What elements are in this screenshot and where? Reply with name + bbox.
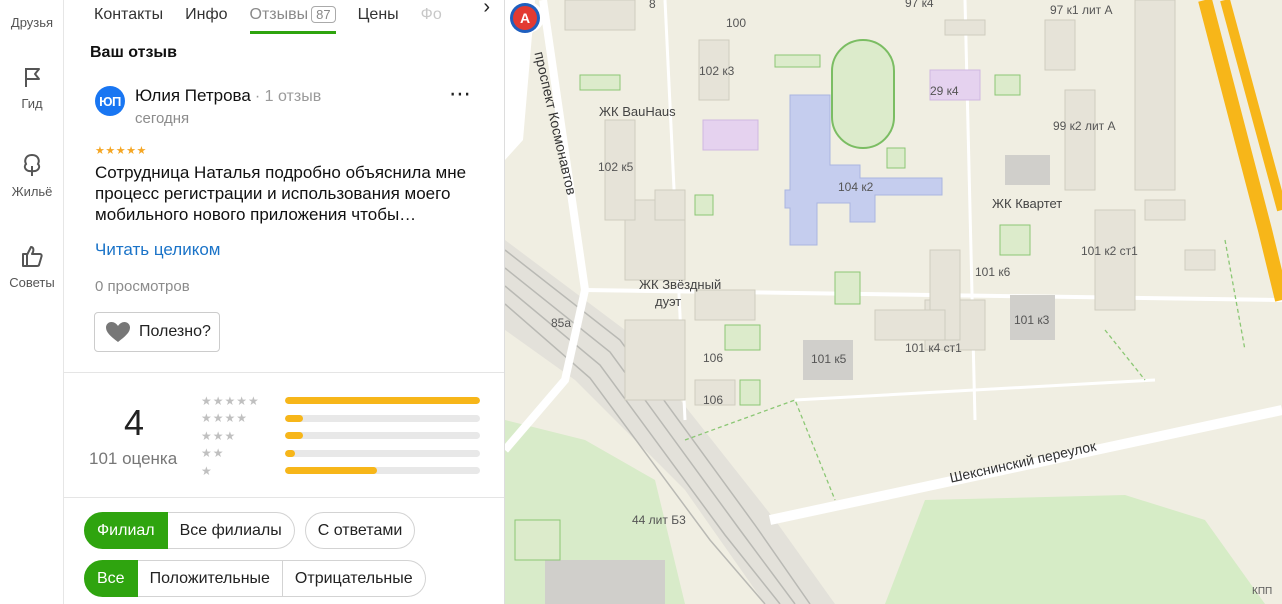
map-label: 102 к5: [598, 160, 634, 174]
map-label: 100: [726, 16, 747, 30]
dist-bar-3: [285, 432, 480, 440]
map-label: ЖК BauHaus: [599, 104, 676, 119]
map-label: 101 к3: [1014, 313, 1050, 327]
map-label: ЖК Квартет: [992, 196, 1063, 211]
divider: [64, 372, 504, 373]
map-label: 106: [703, 351, 724, 365]
filter-negative[interactable]: Отрицательные: [282, 560, 426, 597]
dist-stars-4: ★★★★: [201, 411, 249, 426]
map-label: 101 к2 ст1: [1081, 244, 1138, 258]
rail-label-housing: Жильё: [11, 184, 53, 199]
rail-label-friends: Друзья: [10, 15, 54, 30]
divider: [64, 497, 504, 498]
map-label: дуэт: [655, 294, 682, 309]
filter-with-answers[interactable]: С ответами: [304, 512, 416, 549]
map-label: 102 к3: [699, 64, 735, 78]
review-date: сегодня: [135, 110, 190, 127]
dist-bar-2: [285, 449, 480, 457]
dist-stars-1: ★: [201, 463, 213, 478]
map-label: 106: [703, 393, 724, 407]
map-label: КПП: [1252, 586, 1273, 597]
map-label: 97 к1 лит А: [1050, 3, 1113, 17]
read-more-link[interactable]: Читать целиком: [95, 240, 221, 260]
tab-bar: Контакты Инфо Отзывы 87 Цены Фо: [64, 0, 504, 34]
dist-row-1: ★: [201, 462, 481, 480]
filter-all-branches[interactable]: Все филиалы: [167, 512, 295, 549]
dist-fill-1: [285, 467, 377, 475]
map-label: 99 к2 лит А: [1053, 119, 1116, 133]
tab-reviews[interactable]: Отзывы 87: [249, 6, 336, 34]
thumbs-up-icon: [22, 246, 43, 267]
dist-fill-4: [285, 414, 303, 422]
dist-fill-2: [285, 449, 295, 457]
useful-button[interactable]: Полезно?: [94, 312, 220, 352]
map-label: 8: [649, 0, 656, 11]
map-label: 101 к6: [975, 265, 1011, 279]
dist-stars-3: ★★★: [201, 428, 237, 443]
dist-bar-1: [285, 467, 480, 475]
tab-photos[interactable]: Фо: [421, 6, 442, 28]
map-label: 101 к4 ст1: [905, 341, 962, 355]
dist-row-2: ★★: [201, 445, 481, 463]
map-label: 101 к5: [811, 352, 847, 366]
useful-label: Полезно?: [139, 323, 211, 340]
filter-positive[interactable]: Положительные: [137, 560, 283, 597]
filter-branch[interactable]: Филиал: [84, 512, 168, 549]
reviews-panel: Контакты Инфо Отзывы 87 Цены Фо › Ваш отз…: [64, 0, 505, 604]
rating-distribution: ★★★★★ ★★★★ ★★★ ★★ ★: [201, 392, 481, 480]
my-review-title: Ваш отзыв: [90, 44, 177, 61]
dist-fill-3: [285, 432, 303, 440]
avatar[interactable]: ЮП: [95, 86, 125, 116]
rail-item-guide[interactable]: Гид: [0, 64, 64, 111]
rating-count: 101 оценка: [89, 449, 178, 468]
left-rail: Друзья Гид Жильё Советы: [0, 0, 64, 604]
map-label: 104 к2: [838, 180, 874, 194]
map-label: 44 лит Б3: [632, 513, 686, 527]
dist-row-3: ★★★: [201, 427, 481, 445]
rail-label-tips: Советы: [9, 275, 55, 290]
rail-item-housing[interactable]: Жильё: [0, 152, 64, 199]
review-text: Сотрудница Наталья подробно объяснила мн…: [95, 163, 467, 224]
map-canvas: [505, 0, 1282, 604]
tab-info[interactable]: Инфо: [185, 6, 227, 28]
sentiment-filter: Все Положительные Отрицательные: [84, 560, 426, 597]
tab-prices[interactable]: Цены: [358, 6, 399, 28]
author-review-count: · 1 отзыв: [254, 88, 322, 105]
dist-stars-5: ★★★★★: [201, 393, 260, 408]
heart-icon: [106, 322, 130, 342]
map-label: 97 к4: [905, 0, 934, 10]
tab-reviews-label: Отзывы: [249, 6, 309, 23]
review-stars: ★★★★★: [95, 145, 147, 157]
pin-letter: A: [520, 10, 530, 26]
more-options-icon[interactable]: ⋯: [447, 83, 473, 112]
rating-value: 4: [124, 402, 145, 443]
dist-row-5: ★★★★★: [201, 392, 481, 410]
dist-row-4: ★★★★: [201, 410, 481, 428]
map-pin-icon[interactable]: A: [505, 0, 545, 44]
chevron-right-icon[interactable]: ›: [483, 0, 490, 19]
dist-stars-2: ★★: [201, 446, 225, 461]
rail-item-tips[interactable]: Советы: [0, 243, 64, 290]
author-name: Юлия Петрова: [135, 86, 251, 105]
review-author[interactable]: Юлия Петрова · 1 отзыв: [135, 86, 321, 106]
flag-icon: [25, 68, 40, 87]
review-views: 0 просмотров: [95, 278, 190, 295]
rail-item-friends[interactable]: Друзья: [0, 9, 64, 30]
map-label: 29 к4: [930, 84, 959, 98]
map[interactable]: 8 97 к4 97 к1 лит А 100 102 к3 ЖК BauHau…: [505, 0, 1282, 604]
dist-fill-5: [285, 397, 480, 405]
branch-filter: Филиал Все филиалы С ответами: [84, 512, 416, 549]
tree-icon: [23, 153, 41, 176]
map-label: ЖК Звёздный: [639, 277, 722, 292]
dist-bar-4: [285, 414, 480, 422]
reviews-count-badge: 87: [311, 6, 336, 23]
filter-all[interactable]: Все: [84, 560, 138, 597]
rail-label-guide: Гид: [21, 96, 43, 111]
dist-bar-5: [285, 397, 480, 405]
map-label: 85а: [551, 316, 572, 330]
tab-contacts[interactable]: Контакты: [94, 6, 163, 28]
